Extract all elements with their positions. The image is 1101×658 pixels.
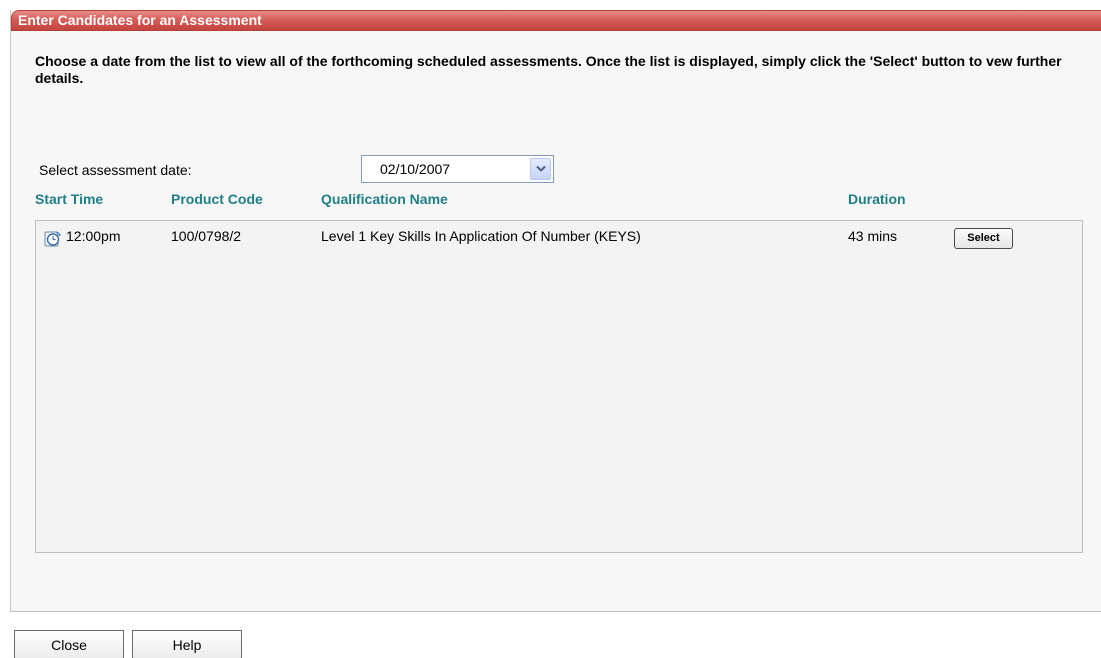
dropdown-button[interactable] (530, 158, 551, 180)
row-start-time: 12:00pm (66, 228, 121, 244)
chevron-down-icon (536, 165, 546, 172)
row-duration: 43 mins (848, 228, 898, 244)
page: Enter Candidates for an Assessment Choos… (0, 0, 1101, 658)
date-select-label: Select assessment date: (39, 162, 192, 178)
clock-icon (44, 231, 61, 247)
close-button[interactable]: Close (14, 630, 124, 658)
help-button[interactable]: Help (132, 630, 242, 658)
assessment-date-select[interactable]: 02/10/2007 (361, 155, 554, 183)
row-qualification-name: Level 1 Key Skills In Application Of Num… (321, 228, 641, 244)
header-qualification-name: Qualification Name (321, 191, 448, 207)
row-product-code: 100/0798/2 (171, 228, 242, 244)
header-product-code: Product Code (171, 191, 263, 207)
header-duration: Duration (848, 191, 906, 207)
header-start-time: Start Time (35, 191, 104, 207)
assessment-list[interactable]: 12:00pm 100/0798/2 Level 1 Key Skills In… (35, 220, 1083, 553)
select-button[interactable]: Select (954, 228, 1013, 249)
date-select-value: 02/10/2007 (380, 161, 451, 177)
assessment-panel: Enter Candidates for an Assessment Choos… (10, 10, 1101, 612)
panel-title: Enter Candidates for an Assessment (11, 10, 1101, 31)
table-row: 12:00pm 100/0798/2 Level 1 Key Skills In… (36, 221, 1082, 251)
intro-text: Choose a date from the list to view all … (35, 53, 1062, 86)
